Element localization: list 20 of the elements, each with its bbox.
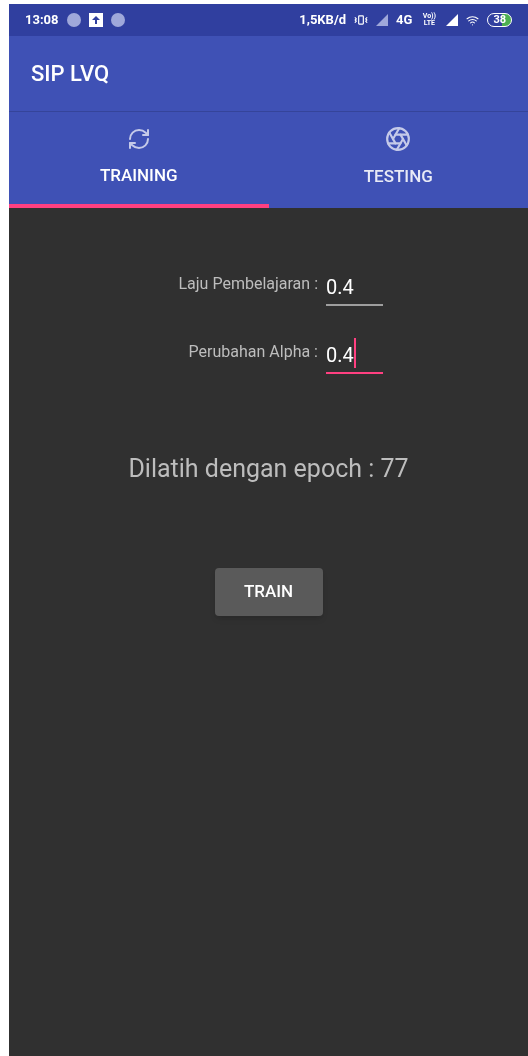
upload-icon [88,13,103,27]
vibrate-icon [354,13,369,27]
epoch-result: Dilatih dengan epoch : 77 [128,453,409,485]
battery-icon: 38 [487,13,512,27]
tab[interactable]: TESTING [268,112,528,208]
text-cursor [353,338,356,368]
hotspot-icon [466,13,480,27]
signal-icon [446,14,459,26]
field-label: Perubahan Alpha : [187,341,318,363]
field-label: Laju Pembelajaran : [177,273,318,295]
network-type: 4G [396,11,413,30]
sync-icon [126,127,151,152]
signal-icon [376,14,389,26]
network-speed: 1,5KB/d [299,11,347,30]
aperture-icon [385,126,412,153]
number-field[interactable]: 0.4 [326,334,383,374]
app-title: SIP LVQ [31,60,110,88]
status-time: 13:08 [25,11,59,30]
train-button[interactable]: TRAIN [214,567,323,616]
number-field[interactable]: 0.4 [326,266,383,306]
